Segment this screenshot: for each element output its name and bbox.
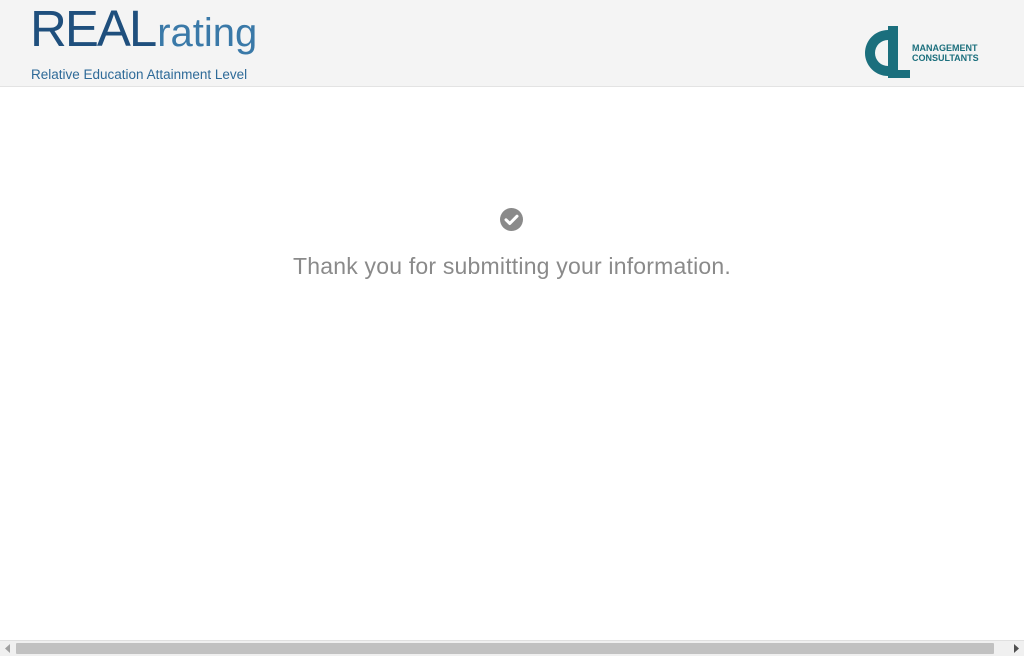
scroll-right-arrow-glyph: [1014, 644, 1019, 653]
cl-management-consultants-logo[interactable]: MANAGEMENT CONSULTANTS: [862, 26, 992, 82]
cl-logo-line2: CONSULTANTS: [912, 53, 979, 63]
cl-logo-line1: MANAGEMENT: [912, 43, 978, 53]
scroll-right-arrow-icon[interactable]: [1008, 641, 1024, 656]
cl-logo-text: MANAGEMENT CONSULTANTS: [912, 43, 979, 63]
horizontal-scrollbar[interactable]: [0, 640, 1024, 656]
real-rating-logo[interactable]: REALrating Relative Education Attainment…: [30, 3, 290, 85]
brand-subtitle: Relative Education Attainment Level: [31, 67, 248, 82]
brand-real: REAL: [30, 0, 157, 57]
scroll-left-arrow-glyph: [5, 644, 10, 653]
header: REALrating Relative Education Attainment…: [0, 0, 1024, 87]
scroll-left-arrow-icon[interactable]: [0, 641, 16, 656]
brand-title: REALrating: [30, 3, 257, 54]
check-circle-icon: [500, 208, 523, 231]
confirmation-message: Thank you for submitting your informatio…: [293, 253, 731, 279]
brand-rating: rating: [157, 11, 258, 55]
page: REALrating Relative Education Attainment…: [0, 0, 1024, 656]
cl-logo-icon: [865, 26, 910, 78]
scrollbar-thumb[interactable]: [16, 643, 994, 654]
main-content: Thank you for submitting your informatio…: [0, 87, 1024, 640]
